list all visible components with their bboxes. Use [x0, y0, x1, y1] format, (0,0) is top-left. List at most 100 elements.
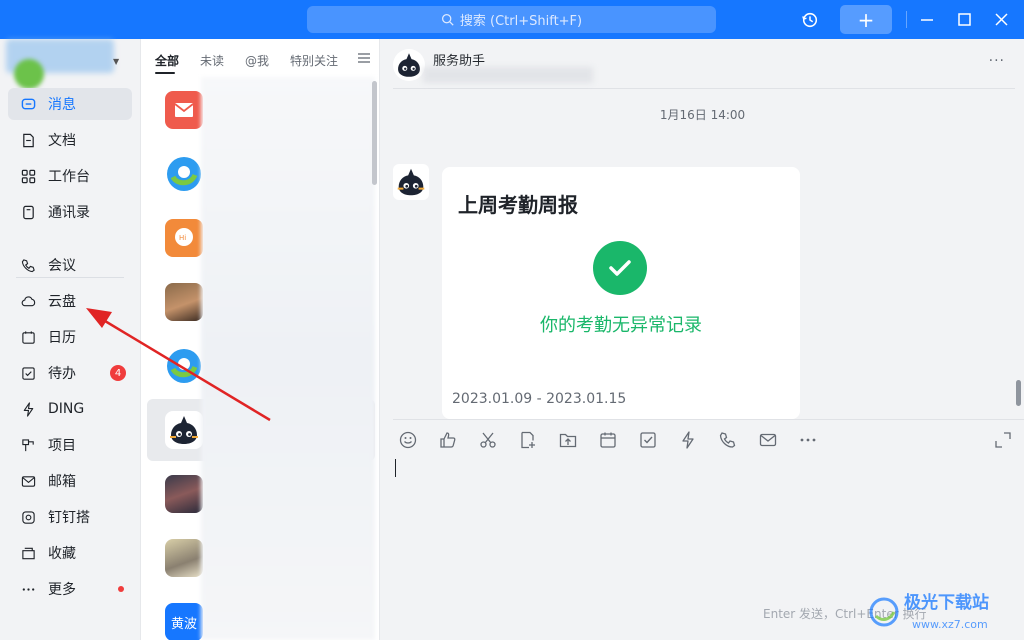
mail-avatar — [165, 91, 203, 129]
tab-all[interactable]: 全部 — [155, 52, 179, 69]
add-document-icon[interactable] — [518, 430, 538, 450]
menu-icon[interactable] — [357, 51, 371, 65]
plus-icon: + — [857, 7, 875, 32]
sender-avatar[interactable] — [393, 164, 429, 200]
call-icon[interactable] — [718, 430, 738, 450]
text-cursor[interactable] — [395, 459, 396, 477]
expand-icon[interactable] — [993, 430, 1013, 450]
attendance-report-card[interactable]: 上周考勤周报 你的考勤无异常记录 2023.01.09 - 2023.01.15 — [442, 167, 800, 419]
maximize-icon — [957, 13, 971, 26]
sidebar-item-ding[interactable]: DING — [8, 393, 132, 425]
sidebar-item-label: 日历 — [48, 330, 76, 346]
sidebar-item-calendar[interactable]: 日历 — [8, 321, 132, 353]
card-status: 你的考勤无异常记录 — [540, 315, 702, 336]
calendar-icon[interactable] — [598, 430, 618, 450]
sidebar-item-label: 工作台 — [48, 169, 90, 185]
person-avatar — [165, 283, 203, 321]
active-tab-indicator — [155, 72, 175, 74]
mail-icon — [20, 473, 36, 489]
sidebar-item-builder[interactable]: 钉钉搭 — [8, 501, 132, 533]
conversation-scrollbar[interactable] — [372, 81, 377, 185]
sidebar-item-cloud[interactable]: 云盘 — [8, 285, 132, 317]
sidebar-item-workbench[interactable]: 工作台 — [8, 160, 132, 192]
minimize-button[interactable] — [916, 5, 938, 34]
thumbs-up-icon[interactable] — [438, 430, 458, 450]
sidebar-item-todo[interactable]: 待办 4 — [8, 357, 132, 389]
sidebar-item-favorites[interactable]: 收藏 — [8, 537, 132, 569]
tab-special-follow[interactable]: 特别关注 — [290, 52, 338, 69]
sidebar-item-contacts[interactable]: 通讯录 — [8, 196, 132, 228]
scissors-icon[interactable] — [478, 430, 498, 450]
message-icon — [20, 96, 36, 112]
workbench-icon — [20, 168, 36, 184]
conversation-tabs: 全部 未读 @我 特别关注 — [141, 39, 381, 77]
assistant-avatar — [165, 411, 203, 449]
more-icon — [20, 581, 36, 597]
sidebar-item-label: 文档 — [48, 133, 76, 149]
sidebar-item-label: 邮箱 — [48, 474, 76, 490]
sidebar-item-label: 钉钉搭 — [48, 510, 90, 526]
svg-text:www.xz7.com: www.xz7.com — [912, 618, 988, 631]
person-avatar — [165, 475, 203, 513]
sidebar-item-label: DING — [48, 401, 85, 417]
project-icon — [20, 437, 36, 453]
text-avatar: 黄波 — [165, 603, 203, 640]
history-button[interactable] — [797, 5, 823, 34]
hi-avatar: Hi — [165, 219, 203, 257]
tab-unread[interactable]: 未读 — [200, 52, 224, 69]
sidebar: ▼ 消息 文档 工作台 通讯录 会议 云盘 日历 待办 4 DING 项目 邮箱… — [0, 39, 140, 640]
card-date-range: 2023.01.09 - 2023.01.15 — [452, 391, 627, 407]
sidebar-item-docs[interactable]: 文档 — [8, 124, 132, 156]
cloud-icon — [20, 293, 36, 309]
calendar-icon — [20, 329, 36, 345]
sidebar-item-more[interactable]: 更多 — [8, 573, 132, 605]
history-icon — [802, 12, 818, 27]
sidebar-item-mail[interactable]: 邮箱 — [8, 465, 132, 497]
close-icon — [994, 13, 1008, 26]
sidebar-item-label: 待办 — [48, 366, 76, 382]
close-button[interactable] — [990, 5, 1012, 34]
search-placeholder: 搜索 (Ctrl+Shift+F) — [459, 14, 583, 29]
sidebar-item-label: 更多 — [48, 582, 76, 598]
chat-scrollbar[interactable] — [1016, 380, 1021, 406]
contacts-icon — [20, 204, 36, 220]
card-title: 上周考勤周报 — [458, 193, 578, 217]
mail-icon — [174, 103, 194, 117]
illustration-avatar — [165, 539, 203, 577]
title-bar: 搜索 (Ctrl+Shift+F) + — [0, 0, 1024, 39]
more-tools-icon[interactable] — [798, 430, 818, 450]
sidebar-item-messages[interactable]: 消息 — [8, 88, 132, 120]
text-avatar-label: 黄波 — [170, 616, 197, 632]
chat-avatar — [393, 49, 425, 81]
blurred-conversation-details — [201, 77, 375, 640]
sidebar-item-label: 项目 — [48, 438, 76, 454]
svg-text:Hi: Hi — [179, 234, 186, 242]
minimize-icon — [921, 18, 933, 21]
emoji-icon[interactable] — [398, 430, 418, 450]
chat-panel: 服务助手 ··· 1月16日 14:00 上周考勤周报 你的考勤无异常记录 20… — [381, 39, 1024, 640]
todo-check-icon[interactable] — [638, 430, 658, 450]
sidebar-item-label: 云盘 — [48, 294, 76, 310]
user-avatar[interactable] — [14, 59, 44, 89]
more-options-icon[interactable]: ··· — [989, 53, 1005, 69]
user-menu-caret-icon[interactable]: ▼ — [113, 57, 119, 66]
lightning-icon — [20, 401, 36, 417]
todo-count-badge: 4 — [110, 365, 126, 381]
maximize-button[interactable] — [953, 5, 975, 34]
search-box[interactable]: 搜索 (Ctrl+Shift+F) — [307, 6, 716, 33]
document-icon — [20, 132, 36, 148]
mail-icon[interactable] — [758, 430, 778, 450]
chat-header: 服务助手 ··· — [393, 47, 1015, 89]
builder-icon — [20, 509, 36, 525]
sidebar-item-project[interactable]: 项目 — [8, 429, 132, 461]
add-button[interactable]: + — [840, 5, 892, 34]
todo-icon — [20, 365, 36, 381]
ding-lightning-icon[interactable] — [678, 430, 698, 450]
tab-mentions[interactable]: @我 — [245, 52, 269, 69]
checkmark-icon — [593, 241, 647, 295]
site-watermark-logo: 极光下载站 www.xz7.com — [869, 592, 989, 631]
sidebar-item-meeting[interactable]: 会议 — [8, 249, 132, 281]
upload-folder-icon[interactable] — [558, 430, 578, 450]
phone-icon — [20, 257, 36, 273]
sidebar-item-label: 会议 — [48, 258, 76, 274]
